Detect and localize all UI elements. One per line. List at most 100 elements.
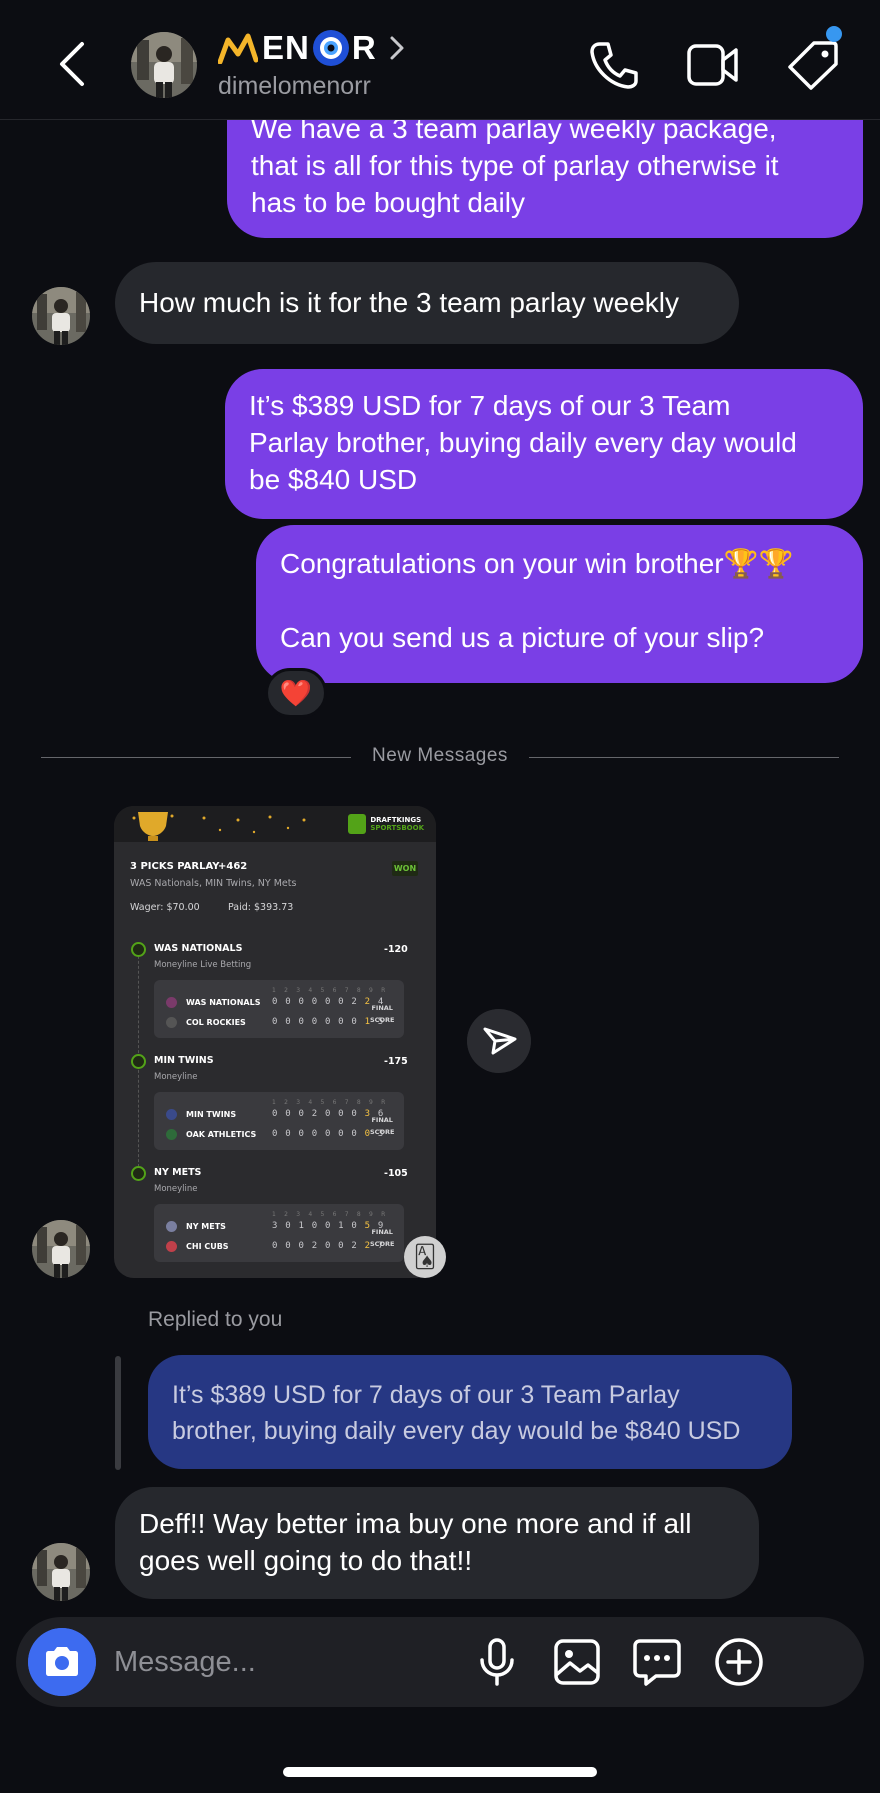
team-logo-icon (166, 1017, 177, 1028)
scoreboard: 1 2 3 4 5 6 7 8 9 R NY METS 3 0 1 0 0 1 … (154, 1204, 404, 1262)
score-line: 0 0 0 0 0 0 2 2 4 (272, 997, 385, 1007)
new-messages-label: New Messages (372, 745, 508, 766)
score-line: 0 0 0 2 0 0 0 3 6 (272, 1109, 385, 1119)
scoreboard-row: OAK ATHLETICS (166, 1129, 256, 1140)
scoreboard: 1 2 3 4 5 6 7 8 9 R WAS NATIONALS 0 0 0 … (154, 980, 404, 1038)
incoming-message[interactable]: Deff!! Way better ima buy one more and i… (115, 1487, 759, 1599)
avatar[interactable] (32, 287, 90, 345)
team-name: MIN TWINS (186, 1110, 237, 1119)
final-score-label: FINAL SCORE (370, 1114, 394, 1138)
slip-paid: Paid: $393.73 (228, 902, 294, 913)
team-logo-icon (166, 997, 177, 1008)
message-line: goes well going to do that!! (139, 1545, 473, 1576)
scoreboard-row: CHI CUBS (166, 1241, 229, 1252)
reply-quote[interactable]: It’s $389 USD for 7 days of our 3 Team P… (148, 1355, 792, 1469)
confetti-icon (202, 815, 306, 834)
plus-circle-icon[interactable] (712, 1635, 766, 1689)
avatar[interactable] (131, 32, 197, 98)
outgoing-message[interactable]: It’s $389 USD for 7 days of our 3 Team P… (225, 369, 863, 519)
inning-scores: 0 0 0 2 0 0 2 (272, 1241, 359, 1251)
leg-team: MIN TWINS (154, 1055, 214, 1066)
slip-title: 3 PICKS PARLAY (130, 861, 220, 872)
message-line: It’s $389 USD for 7 days of our 3 Team (249, 390, 731, 421)
scoreboard-row: NY METS (166, 1221, 226, 1232)
inning-scores: 0 0 0 0 0 0 2 (272, 997, 359, 1007)
team-logo-icon (166, 1109, 177, 1120)
score-line: 0 0 0 0 0 0 0 1 5 (272, 1017, 385, 1027)
inning-scores: 3 0 1 0 0 1 0 (272, 1221, 359, 1231)
final-label: FINAL (371, 1228, 393, 1236)
message-composer (16, 1617, 864, 1707)
final-score-label: FINAL SCORE (370, 1002, 394, 1026)
inning-scores: 0 0 0 0 0 0 0 (272, 1129, 359, 1139)
leg-odds: -105 (384, 1168, 408, 1179)
team-logo-icon (166, 1221, 177, 1232)
display-name-part-2: R (351, 29, 377, 66)
check-icon (131, 1166, 146, 1181)
evil-eye-icon (312, 30, 349, 66)
home-indicator[interactable] (283, 1767, 597, 1777)
draftkings-icon (348, 814, 367, 834)
scoreboard: 1 2 3 4 5 6 7 8 9 R MIN TWINS 0 0 0 2 0 … (154, 1092, 404, 1150)
sticker-chat-icon[interactable] (630, 1635, 684, 1689)
score-line: 3 0 1 0 0 1 0 5 9 (272, 1221, 385, 1231)
team-logo-icon (166, 1241, 177, 1252)
slip-wager: Wager: $70.00 (130, 902, 200, 913)
message-line: Deff!! Way better ima buy one more and i… (139, 1508, 692, 1539)
avatar[interactable] (32, 1543, 90, 1601)
contact-username[interactable]: dimelomenorr (218, 72, 371, 101)
microphone-icon[interactable] (470, 1635, 524, 1689)
trophy-icon (132, 812, 174, 841)
team-name: CHI CUBS (186, 1242, 229, 1251)
contact-display-name[interactable]: EN R (218, 28, 407, 68)
leg-market: Moneyline Live Betting (154, 960, 252, 970)
team-name: NY METS (186, 1222, 226, 1231)
message-line: has to be bought daily (251, 187, 525, 218)
score-label: SCORE (370, 1016, 395, 1024)
team-name: COL ROCKIES (186, 1018, 246, 1027)
outgoing-message[interactable]: Congratulations on your win brother🏆🏆 Ca… (256, 525, 863, 683)
team-logo-icon (166, 1129, 177, 1140)
leg-market: Moneyline (154, 1184, 198, 1194)
phone-icon[interactable] (586, 40, 640, 90)
camera-icon[interactable] (28, 1628, 96, 1696)
message-line: Congratulations on your win brother🏆🏆 (280, 548, 794, 579)
message-text: How much is it for the 3 team parlay wee… (139, 287, 679, 318)
heart-reaction[interactable]: ❤️ (265, 668, 327, 718)
slip-odds: +462 (218, 861, 248, 872)
inning-scores: 0 0 0 2 0 0 0 (272, 1109, 359, 1119)
message-input[interactable] (114, 1639, 464, 1685)
image-icon[interactable] (550, 1635, 604, 1689)
playing-cards-icon[interactable]: 🂡 (404, 1236, 446, 1278)
incoming-message[interactable]: How much is it for the 3 team parlay wee… (115, 262, 739, 344)
score-line: 0 0 0 0 0 0 0 0 3 (272, 1129, 385, 1139)
message-line: that is all for this type of parlay othe… (251, 150, 779, 181)
message-line: Can you send us a picture of your slip? (280, 622, 765, 653)
scoreboard-row: WAS NATIONALS (166, 997, 260, 1008)
slip-banner: DRAFTKINGS SPORTSBOOK (114, 806, 436, 842)
scoreboard-row: COL ROCKIES (166, 1017, 246, 1028)
score-line: 0 0 0 2 0 0 2 2 7 (272, 1241, 385, 1251)
back-chevron-icon[interactable] (52, 38, 92, 90)
innings-header: 1 2 3 4 5 6 7 8 9 R (272, 1211, 389, 1218)
team-name: WAS NATIONALS (186, 998, 261, 1007)
divider-right (529, 757, 839, 758)
replied-label: Replied to you (148, 1308, 283, 1331)
video-icon[interactable] (686, 40, 740, 90)
message-line: Parlay brother, buying daily every day w… (249, 427, 797, 458)
bet-slip-image[interactable]: DRAFTKINGS SPORTSBOOK 3 PICKS PARLAY +46… (114, 806, 436, 1278)
innings-header: 1 2 3 4 5 6 7 8 9 R (272, 1099, 389, 1106)
brand-top: DRAFTKINGS (370, 816, 422, 824)
tag-icon[interactable] (786, 40, 840, 90)
leg-odds: -175 (384, 1056, 408, 1067)
leg-team: WAS NATIONALS (154, 943, 243, 954)
paper-plane-icon[interactable] (467, 1009, 531, 1073)
check-icon (131, 942, 146, 957)
leg-odds: -120 (384, 944, 408, 955)
brand-bottom: SPORTSBOOK (370, 824, 424, 832)
quote-line: It’s $389 USD for 7 days of our 3 Team P… (172, 1381, 680, 1409)
avatar[interactable] (32, 1220, 90, 1278)
slip-teams: WAS Nationals, MIN Twins, NY Mets (130, 878, 297, 889)
final-label: FINAL (371, 1116, 393, 1124)
crown-icon (218, 33, 258, 64)
